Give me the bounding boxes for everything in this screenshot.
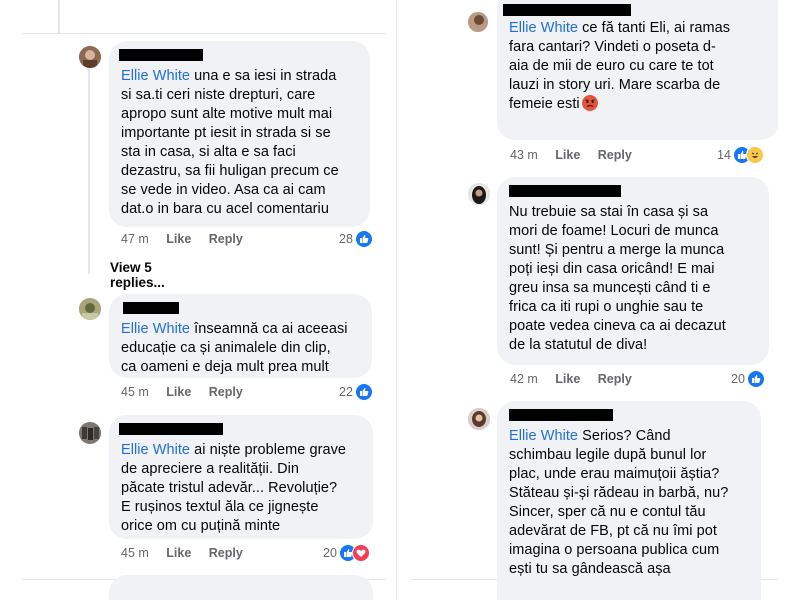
comment-bubble: Ellie White ce fă tanti Eli, ai ramas fa… — [497, 0, 778, 140]
comment-bubble: Ellie White înseamnă ca ai aceeasi educa… — [109, 294, 372, 378]
comment-body: Serios? Când schimbau legile după bunul … — [509, 428, 729, 577]
comment-actions: 42 m Like Reply — [510, 372, 646, 386]
top-divider — [22, 33, 386, 34]
avatar[interactable] — [468, 408, 490, 430]
comment-bubble: Nu trebuie sa stai în casa și sa mori de… — [497, 177, 769, 365]
like-reaction-icon — [354, 383, 373, 401]
reaction-count: 20 — [731, 372, 745, 386]
comment-bubble: Ellie White una e sa iesi in strada si s… — [109, 41, 370, 227]
timestamp[interactable]: 47 m — [121, 232, 149, 246]
comment-bubble: Ellie White ai niște probleme grave de a… — [109, 415, 373, 539]
reaction-summary[interactable]: 28 — [339, 230, 373, 248]
redacted-author-name — [119, 423, 223, 435]
redacted-author-name — [123, 302, 179, 314]
thread-line — [58, 0, 60, 34]
mention-link[interactable]: Ellie White — [121, 68, 190, 84]
comment-bubble: Ellie White Serios? Când schimbau legile… — [497, 401, 761, 600]
redacted-author-name — [503, 4, 631, 16]
avatar[interactable] — [468, 12, 488, 32]
haha-reaction-icon — [745, 146, 764, 164]
comment-actions: 43 m Like Reply — [510, 148, 646, 162]
mention-link[interactable]: Ellie White — [121, 442, 190, 458]
comment-text: Ellie White Serios? Când schimbau legile… — [509, 427, 749, 579]
reaction-count: 28 — [339, 232, 353, 246]
reply-button[interactable]: Reply — [598, 372, 632, 386]
timestamp[interactable]: 45 m — [121, 546, 149, 560]
comment-actions: 45 m Like Reply — [121, 385, 257, 399]
avatar[interactable] — [79, 422, 101, 444]
reaction-count: 22 — [339, 385, 353, 399]
reply-button[interactable]: Reply — [209, 385, 243, 399]
view-replies-link[interactable]: View 5 replies... — [110, 260, 165, 290]
like-reaction-icon — [354, 230, 373, 248]
mention-link[interactable]: Ellie White — [121, 321, 190, 337]
redacted-author-name — [509, 185, 621, 197]
reply-button[interactable]: Reply — [598, 148, 632, 162]
like-button[interactable]: Like — [166, 546, 191, 560]
right-screenshot-panel: Ellie White ce fă tanti Eli, ai ramas fa… — [411, 0, 778, 600]
reply-button[interactable]: Reply — [209, 232, 243, 246]
reaction-count: 14 — [717, 148, 731, 162]
reply-button[interactable]: Reply — [209, 546, 243, 560]
redacted-author-name — [509, 409, 613, 421]
timestamp[interactable]: 42 m — [510, 372, 538, 386]
avatar[interactable] — [79, 46, 101, 68]
comment-text: Ellie White ce fă tanti Eli, ai ramas fa… — [509, 19, 767, 114]
comment-text: Ellie White una e sa iesi in strada si s… — [121, 67, 358, 219]
comment-body: una e sa iesi in strada si sa.ti ceri ni… — [121, 68, 339, 217]
reaction-summary[interactable]: 14 — [717, 146, 764, 164]
screenshot-gap — [396, 0, 397, 600]
avatar[interactable] — [468, 183, 490, 205]
love-reaction-icon — [351, 544, 370, 562]
comment-bubble-partial — [109, 575, 373, 600]
timestamp[interactable]: 43 m — [510, 148, 538, 162]
thread-line — [88, 64, 90, 274]
comment-text: Ellie White ai niște probleme grave de a… — [121, 441, 361, 536]
reaction-summary[interactable]: 20 — [731, 370, 765, 388]
reaction-summary[interactable]: 20 — [323, 544, 370, 562]
like-button[interactable]: Like — [166, 232, 191, 246]
left-screenshot-panel: Ellie White una e sa iesi in strada si s… — [22, 0, 386, 600]
like-button[interactable]: Like — [555, 148, 580, 162]
mention-link[interactable]: Ellie White — [509, 428, 578, 444]
comment-text: Ellie White înseamnă ca ai aceeasi educa… — [121, 320, 360, 377]
comment-text: Nu trebuie sa stai în casa și sa mori de… — [509, 204, 726, 353]
comment-actions: 45 m Like Reply — [121, 546, 257, 560]
reaction-summary[interactable]: 22 — [339, 383, 373, 401]
comment-actions: 47 m Like Reply — [121, 232, 257, 246]
avatar[interactable] — [79, 298, 101, 320]
angry-face-emoji-icon — [581, 95, 598, 111]
redacted-author-name — [119, 49, 203, 61]
mention-link[interactable]: Ellie White — [509, 20, 578, 36]
like-button[interactable]: Like — [166, 385, 191, 399]
like-reaction-icon — [746, 370, 765, 388]
like-button[interactable]: Like — [555, 372, 580, 386]
timestamp[interactable]: 45 m — [121, 385, 149, 399]
reaction-count: 20 — [323, 546, 337, 560]
